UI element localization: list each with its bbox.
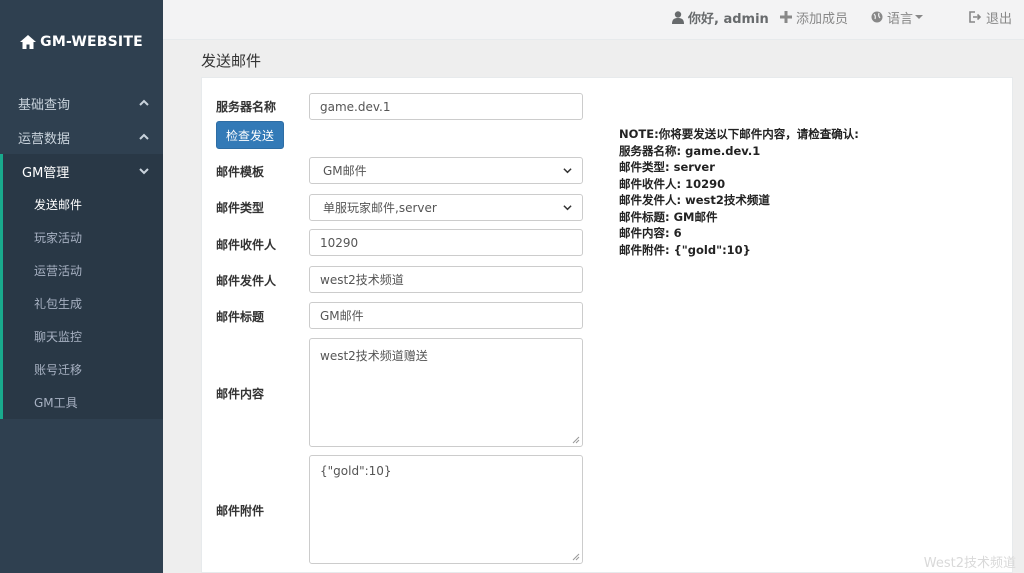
chevron-down-icon xyxy=(139,168,149,175)
recipient-input[interactable]: 10290 xyxy=(309,229,583,256)
sidebar-item-account-migrate[interactable]: 账号迁移 xyxy=(3,353,163,386)
server-name-input[interactable]: game.dev.1 xyxy=(309,93,583,120)
mail-type-label: 邮件类型 xyxy=(216,201,265,215)
page-title: 发送邮件 xyxy=(201,52,262,70)
mail-type-select[interactable]: 单服玩家邮件,server xyxy=(309,194,583,221)
sidebar-section-basic-query[interactable]: 基础查询 xyxy=(0,86,163,120)
resize-handle-icon[interactable] xyxy=(572,553,580,561)
user-greeting: 你好, admin xyxy=(688,11,769,27)
chevron-down-icon xyxy=(563,205,572,211)
mail-type-value: 单服玩家邮件,server xyxy=(323,201,437,215)
top-navbar: 你好, admin 添加成员 语言 退出 xyxy=(163,0,1024,40)
sidebar-item-player-activity[interactable]: 玩家活动 xyxy=(3,221,163,254)
language-label: 语言 xyxy=(887,11,914,27)
attachment-label: 邮件附件 xyxy=(216,504,265,518)
sender-input[interactable]: west2技术频道 xyxy=(309,266,583,293)
sidebar-item-gift-generate[interactable]: 礼包生成 xyxy=(3,287,163,320)
globe-icon xyxy=(871,11,883,23)
subject-input[interactable]: GM邮件 xyxy=(309,302,583,329)
chevron-up-icon xyxy=(139,99,149,106)
gm-submenu: 发送邮件 玩家活动 运营活动 礼包生成 聊天监控 账号迁移 GM工具 xyxy=(0,188,163,419)
note-line: 邮件标题: GM邮件 xyxy=(619,209,718,224)
recipient-label: 邮件收件人 xyxy=(216,238,277,252)
add-member-label: 添加成员 xyxy=(796,11,849,27)
user-menu[interactable]: 你好, admin xyxy=(672,0,769,34)
resize-handle-icon[interactable] xyxy=(572,436,580,444)
sidebar-section-label: 基础查询 xyxy=(18,97,71,113)
chevron-up-icon xyxy=(139,133,149,140)
content-label: 邮件内容 xyxy=(216,387,265,401)
chevron-down-icon xyxy=(563,168,572,174)
sidebar-section-label: GM管理 xyxy=(22,165,70,181)
note-line: 邮件收件人: 10290 xyxy=(619,176,726,191)
sidebar-section-gm-manage[interactable]: GM管理 xyxy=(0,154,163,188)
mail-template-select[interactable]: GM邮件 xyxy=(309,157,583,184)
check-send-button[interactable]: 检查发送 xyxy=(216,121,284,149)
watermark: West2技术频道 xyxy=(923,556,1016,571)
subject-label: 邮件标题 xyxy=(216,310,265,324)
note-line: 服务器名称: game.dev.1 xyxy=(619,143,761,158)
server-name-label: 服务器名称 xyxy=(216,100,277,114)
mail-template-value: GM邮件 xyxy=(323,164,367,178)
attachment-textarea[interactable]: {"gold":10} xyxy=(309,455,583,564)
plus-icon xyxy=(780,11,792,23)
logout-label: 退出 xyxy=(986,11,1013,27)
brand-name: GM-WEBSITE xyxy=(40,34,143,50)
sender-label: 邮件发件人 xyxy=(216,274,277,288)
content-textarea[interactable]: west2技术频道赠送 xyxy=(309,338,583,447)
brand-logo[interactable]: GM-WEBSITE xyxy=(0,0,163,84)
sidebar-item-operation-activity[interactable]: 运营活动 xyxy=(3,254,163,287)
sidebar-section-label: 运营数据 xyxy=(18,131,71,147)
sidebar-item-chat-monitor[interactable]: 聊天监控 xyxy=(3,320,163,353)
add-member-link[interactable]: 添加成员 xyxy=(780,0,848,34)
note-line: NOTE:你将要发送以下邮件内容，请检查确认: xyxy=(619,127,859,141)
sidebar-item-gm-tools[interactable]: GM工具 xyxy=(3,386,163,419)
note-line: 邮件发件人: west2技术频道 xyxy=(619,193,770,207)
note-line: 邮件类型: server xyxy=(619,160,715,174)
language-dropdown[interactable]: 语言 xyxy=(871,0,927,34)
logout-link[interactable]: 退出 xyxy=(969,0,1012,34)
mail-template-label: 邮件模板 xyxy=(216,165,265,179)
note-line: 邮件内容: 6 xyxy=(619,226,682,240)
home-icon xyxy=(20,35,37,49)
confirmation-note: NOTE:你将要发送以下邮件内容，请检查确认: 服务器名称: game.dev.… xyxy=(619,126,859,258)
user-icon xyxy=(672,10,684,24)
attachment-text: {"gold":10} xyxy=(320,464,392,478)
note-line: 邮件附件: {"gold":10} xyxy=(619,242,751,257)
sidebar-section-operation-data[interactable]: 运营数据 xyxy=(0,120,163,154)
content-text: west2技术频道赠送 xyxy=(320,349,428,363)
sign-out-icon xyxy=(969,11,982,23)
caret-down-icon xyxy=(915,15,924,19)
sidebar: GM-WEBSITE 基础查询 运营数据 GM管理 发送邮件 玩家活动 运营活动… xyxy=(0,0,163,573)
sidebar-item-send-mail[interactable]: 发送邮件 xyxy=(3,188,163,221)
